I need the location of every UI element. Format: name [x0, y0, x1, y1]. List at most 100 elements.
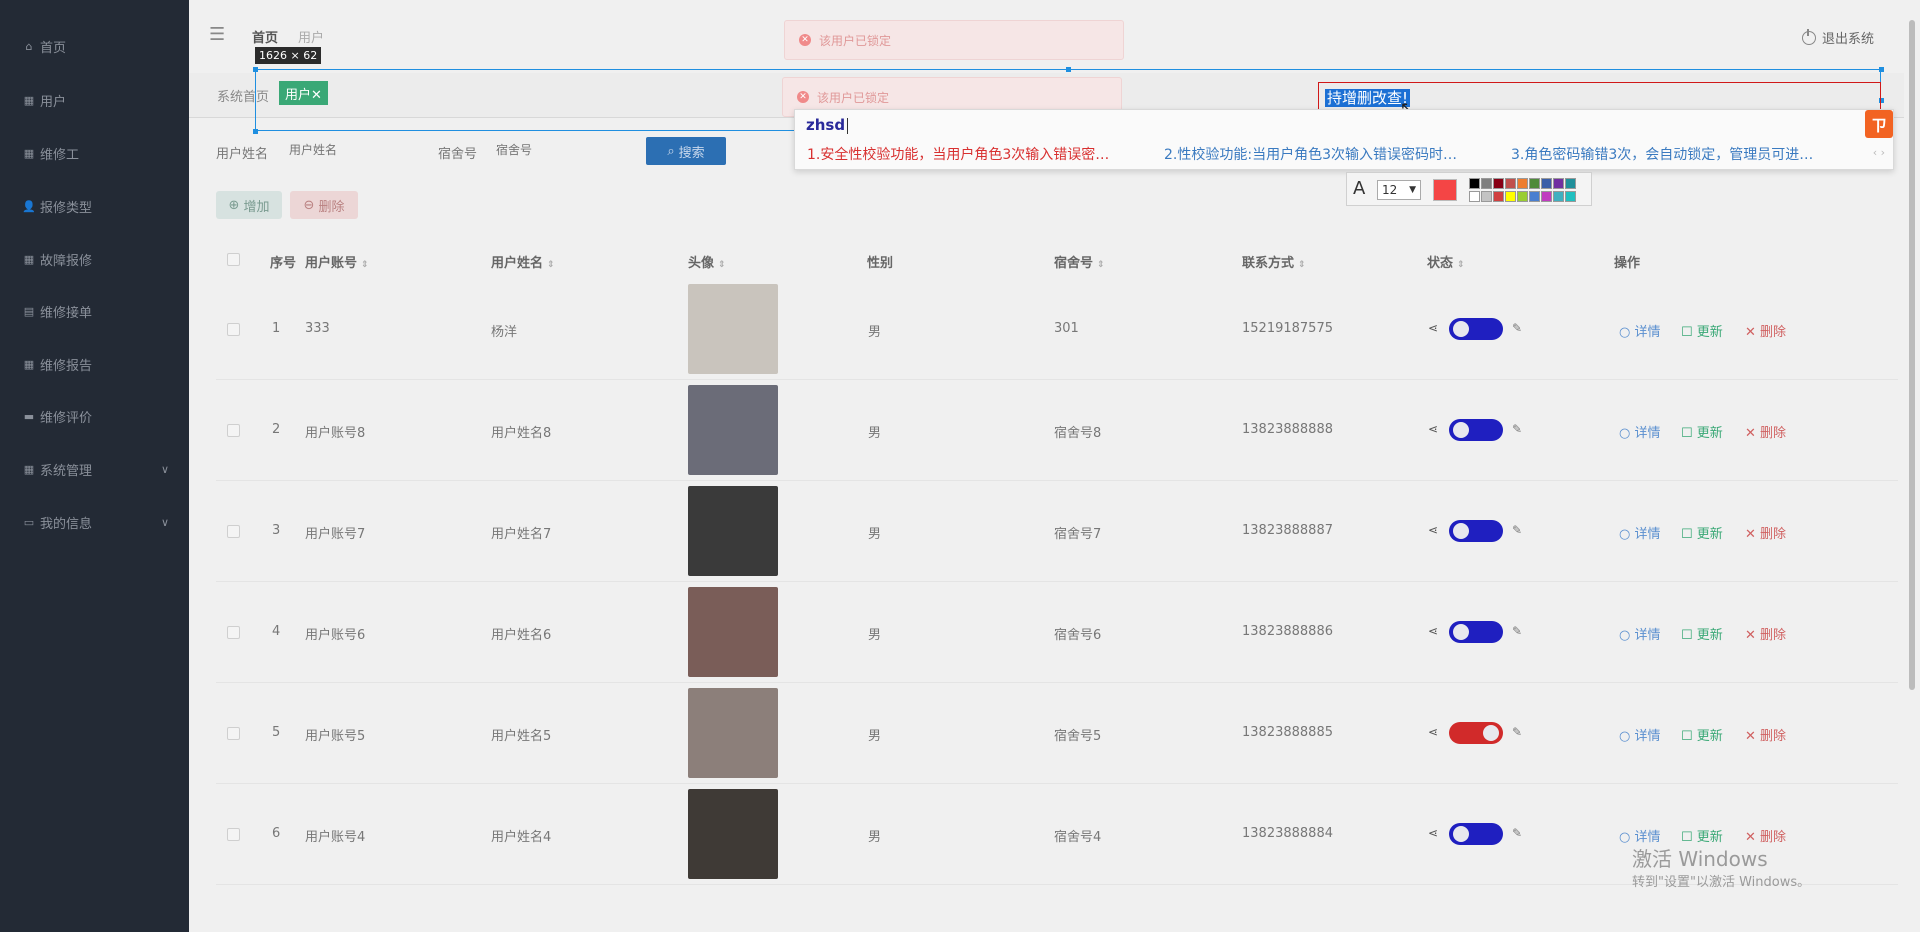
row-checkbox[interactable] [227, 525, 240, 538]
header-dorm[interactable]: 宿舍号 ⇕ [1054, 252, 1105, 271]
detail-link[interactable]: ○ 详情 [1619, 321, 1661, 340]
detail-link[interactable]: ○ 详情 [1619, 624, 1661, 643]
current-color-swatch[interactable] [1433, 179, 1457, 201]
share-icon[interactable]: ⋖ [1428, 826, 1438, 840]
header-avatar[interactable]: 头像 ⇕ [688, 252, 726, 271]
sidebar-item-users[interactable]: ▦ 用户 [0, 85, 189, 115]
update-link[interactable]: ☐ 更新 [1681, 624, 1723, 643]
sidebar-item-repair-reviews[interactable]: ▬ 维修评价 [0, 401, 189, 431]
share-icon[interactable]: ⋖ [1428, 624, 1438, 638]
delete-link[interactable]: ✕ 删除 [1745, 321, 1786, 340]
edit-icon[interactable]: ✎ [1512, 624, 1522, 638]
delete-link[interactable]: ✕ 删除 [1745, 523, 1786, 542]
color-swatch[interactable] [1493, 191, 1504, 202]
color-swatch[interactable] [1505, 178, 1516, 189]
row-checkbox[interactable] [227, 323, 240, 336]
sidebar-item-home[interactable]: ⌂ 首页 [0, 31, 189, 61]
detail-link[interactable]: ○ 详情 [1619, 422, 1661, 441]
scrollbar-thumb[interactable] [1909, 20, 1915, 690]
color-swatch[interactable] [1493, 178, 1504, 189]
share-icon[interactable]: ⋖ [1428, 725, 1438, 739]
sidebar-item-label: 维修工 [40, 147, 80, 163]
color-swatch[interactable] [1481, 178, 1492, 189]
delete-link[interactable]: ✕ 删除 [1745, 422, 1786, 441]
ime-logo-icon[interactable]: ㄗ [1865, 110, 1893, 138]
sidebar-item-my-info[interactable]: ▭ 我的信息 ∨ [0, 507, 189, 537]
ime-candidate[interactable]: 3.角色密码输错3次，会自动锁定，管理员可进… [1511, 144, 1813, 164]
update-link[interactable]: ☐ 更新 [1681, 422, 1723, 441]
cell-name: 杨洋 [491, 325, 518, 340]
edit-icon[interactable]: ✎ [1512, 422, 1522, 436]
search-button[interactable]: ⌕ 搜索 [646, 137, 726, 165]
row-checkbox[interactable] [227, 828, 240, 841]
sidebar-item-repairmen[interactable]: ▦ 维修工 [0, 138, 189, 168]
color-swatch[interactable] [1469, 191, 1480, 202]
color-swatch[interactable] [1529, 178, 1540, 189]
delete-link[interactable]: ✕ 删除 [1745, 624, 1786, 643]
color-swatch[interactable] [1541, 191, 1552, 202]
status-toggle[interactable] [1449, 621, 1503, 643]
sidebar-item-repair-types[interactable]: 👤 报修类型 [0, 191, 189, 221]
resize-handle[interactable] [253, 67, 258, 72]
edit-icon[interactable]: ✎ [1512, 826, 1522, 840]
font-size-select[interactable]: 12 ▼ [1377, 180, 1421, 200]
edit-icon[interactable]: ✎ [1512, 321, 1522, 335]
color-swatch[interactable] [1481, 191, 1492, 202]
logout-button[interactable]: 退出系统 [1801, 28, 1874, 47]
color-swatch[interactable] [1505, 191, 1516, 202]
color-swatch[interactable] [1565, 191, 1576, 202]
select-all-checkbox[interactable] [227, 253, 240, 266]
ime-page-nav-icon[interactable]: ‹ › [1873, 146, 1885, 159]
selection-size-label: 1626 × 62 [255, 47, 322, 64]
color-swatch[interactable] [1529, 191, 1540, 202]
cell-phone: 13823888885 [1242, 725, 1333, 740]
dorm-input[interactable] [492, 137, 632, 163]
resize-handle[interactable] [1066, 67, 1071, 72]
color-swatch[interactable] [1553, 191, 1564, 202]
ime-candidate[interactable]: 1.安全性校验功能，当用户角色3次输入错误密… [807, 144, 1109, 164]
edit-icon[interactable]: ✎ [1512, 523, 1522, 537]
header-phone[interactable]: 联系方式 ⇕ [1242, 252, 1306, 271]
row-checkbox[interactable] [227, 727, 240, 740]
edit-icon[interactable]: ✎ [1512, 725, 1522, 739]
color-swatch[interactable] [1469, 178, 1480, 189]
breadcrumb-home[interactable]: 首页 [252, 27, 278, 46]
sidebar-item-fault-reports[interactable]: ▦ 故障报修 [0, 244, 189, 274]
update-link[interactable]: ☐ 更新 [1681, 725, 1723, 744]
share-icon[interactable]: ⋖ [1428, 321, 1438, 335]
detail-link[interactable]: ○ 详情 [1619, 523, 1661, 542]
sidebar-item-repair-orders[interactable]: ▤ 维修接单 [0, 296, 189, 326]
delete-link[interactable]: ✕ 删除 [1745, 725, 1786, 744]
status-toggle[interactable] [1449, 722, 1503, 744]
update-link[interactable]: ☐ 更新 [1681, 321, 1723, 340]
status-toggle[interactable] [1449, 318, 1503, 340]
row-checkbox[interactable] [227, 424, 240, 437]
row-checkbox[interactable] [227, 626, 240, 639]
header-name[interactable]: 用户姓名 ⇕ [491, 252, 555, 271]
delete-button[interactable]: ⊖ 删除 [290, 191, 358, 219]
header-status[interactable]: 状态 ⇕ [1427, 252, 1465, 271]
detail-link[interactable]: ○ 详情 [1619, 725, 1661, 744]
update-link[interactable]: ☐ 更新 [1681, 523, 1723, 542]
resize-handle[interactable] [253, 129, 258, 134]
sidebar-item-system[interactable]: ▦ 系统管理 ∨ [0, 454, 189, 484]
home-icon: ⌂ [25, 39, 33, 53]
status-toggle[interactable] [1449, 520, 1503, 542]
status-toggle[interactable] [1449, 419, 1503, 441]
sidebar-item-repair-reports[interactable]: ▦ 维修报告 [0, 349, 189, 379]
add-button[interactable]: ⊕ 增加 [216, 191, 282, 219]
menu-toggle-icon[interactable]: ☰ [209, 24, 225, 45]
username-input[interactable] [285, 137, 425, 163]
color-swatch[interactable] [1517, 191, 1528, 202]
share-icon[interactable]: ⋖ [1428, 523, 1438, 537]
header-account[interactable]: 用户账号 ⇕ [305, 252, 369, 271]
color-swatch[interactable] [1553, 178, 1564, 189]
color-swatch[interactable] [1565, 178, 1576, 189]
ime-candidate[interactable]: 2.性校验功能:当用户角色3次输入错误密码时… [1164, 144, 1457, 164]
page-scrollbar[interactable] [1904, 0, 1920, 932]
status-toggle[interactable] [1449, 823, 1503, 845]
resize-handle[interactable] [1879, 67, 1884, 72]
color-swatch[interactable] [1541, 178, 1552, 189]
color-swatch[interactable] [1517, 178, 1528, 189]
share-icon[interactable]: ⋖ [1428, 422, 1438, 436]
